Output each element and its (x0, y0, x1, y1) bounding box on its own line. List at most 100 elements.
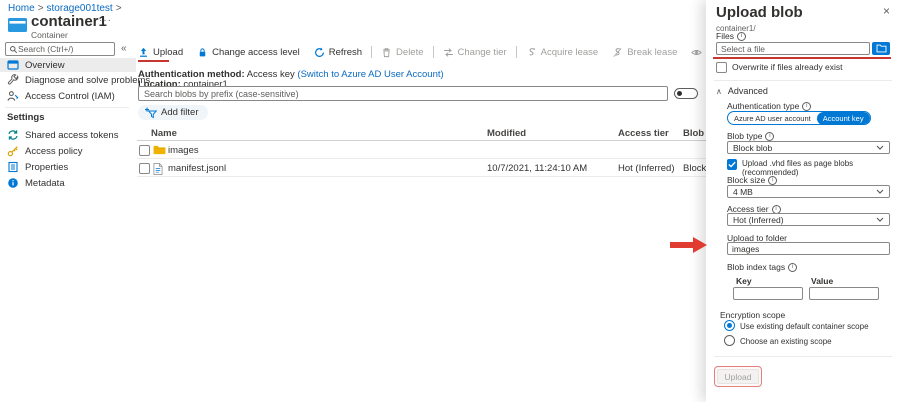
arrow-shaft (670, 242, 693, 248)
cell-access-tier: Hot (Inferred) (618, 163, 675, 174)
person-key-icon (7, 90, 19, 102)
red-arrow-annotation (670, 237, 708, 253)
row-checkbox[interactable] (139, 145, 150, 156)
panel-footer-divider (714, 356, 892, 357)
chevron-down-icon (876, 217, 884, 222)
more-options-button[interactable]: ··· (99, 15, 112, 26)
chevron-up-icon: ∧ (716, 87, 722, 96)
label-text: Block size (727, 175, 765, 185)
chevron-down-icon (876, 189, 884, 194)
sidebar-item-overview[interactable]: Overview (0, 58, 136, 72)
sidebar-item-shared-access-tokens[interactable]: Shared access tokens (0, 128, 136, 142)
refresh-button[interactable]: Refresh (307, 47, 369, 58)
upload-annotation-underline (138, 60, 169, 62)
show-deleted-toggle[interactable] (674, 88, 698, 99)
change-access-level-button[interactable]: Change access level (190, 47, 307, 58)
overwrite-label: Overwrite if files already exist (732, 62, 843, 72)
sidebar-item-access-policy[interactable]: Access policy (0, 144, 136, 158)
auth-method-value: Access key (247, 69, 295, 80)
file-select-input[interactable] (716, 42, 870, 55)
advanced-section-toggle[interactable]: ∧ Advanced (716, 86, 768, 96)
toolbar-label: Refresh (329, 47, 362, 58)
auth-option-azure-ad[interactable]: Azure AD user account (728, 112, 817, 125)
sidebar-section-settings: Settings (7, 112, 44, 123)
checkbox-checked (727, 159, 737, 170)
blob-type-label: Blob type i (727, 131, 774, 141)
folder-browse-icon (876, 44, 887, 53)
blob-type-select[interactable]: Block blob (727, 141, 890, 154)
auth-option-account-key[interactable]: Account key (817, 112, 870, 125)
select-value: Block blob (733, 143, 772, 153)
delete-button[interactable]: Delete (374, 47, 430, 58)
label-text: Files (716, 31, 734, 41)
upload-button[interactable]: Upload (137, 47, 190, 58)
toolbar-label: Change tier (458, 47, 507, 58)
sidebar-collapse-button[interactable]: « (121, 43, 127, 54)
acquire-lease-button[interactable]: Acquire lease (519, 47, 606, 58)
panel-title: Upload blob (716, 4, 803, 21)
column-header-access-tier[interactable]: Access tier (618, 128, 669, 139)
add-filter-button[interactable]: Add filter (138, 105, 208, 120)
blob-name-link[interactable]: manifest.jsonl (168, 163, 226, 174)
sidebar-item-properties[interactable]: Properties (0, 160, 136, 174)
panel-divider (714, 80, 892, 81)
close-icon[interactable]: × (883, 4, 890, 18)
column-header-modified[interactable]: Modified (487, 128, 526, 139)
info-icon (7, 177, 19, 189)
select-value: 4 MB (733, 187, 753, 197)
sidebar-item-label: Access policy (25, 146, 83, 157)
info-icon: i (768, 176, 777, 185)
shared-tokens-icon (7, 129, 19, 141)
upload-folder-input[interactable] (727, 242, 890, 255)
toolbar-label: Upload (153, 47, 183, 58)
access-tier-select[interactable]: Hot (Inferred) (727, 213, 890, 226)
switch-auth-link[interactable]: (Switch to Azure AD User Account) (297, 69, 443, 80)
change-tier-button[interactable]: Change tier (436, 47, 514, 58)
add-filter-label: Add filter (161, 107, 199, 118)
lock-icon (197, 47, 208, 58)
block-size-label: Block size i (727, 175, 777, 185)
blob-name-link[interactable]: images (168, 145, 199, 156)
sidebar-item-diagnose[interactable]: Diagnose and solve problems (0, 73, 136, 87)
sidebar-item-metadata[interactable]: Metadata (0, 176, 136, 190)
panel-upload-button[interactable]: Upload (717, 369, 759, 384)
acquire-lease-icon (526, 47, 537, 58)
label-text: Authentication type (727, 101, 799, 111)
sidebar-item-access-control[interactable]: Access Control (IAM) (0, 89, 136, 103)
break-lease-button[interactable]: Break lease (605, 47, 684, 58)
block-size-select[interactable]: 4 MB (727, 185, 890, 198)
toolbar-label: Break lease (627, 47, 677, 58)
info-icon: i (802, 102, 811, 111)
sidebar-item-label: Shared access tokens (25, 130, 118, 141)
auth-type-pill-toggle: Azure AD user account Account key (727, 111, 871, 125)
tag-value-input[interactable] (809, 287, 879, 300)
page-subtitle: Container (31, 30, 68, 40)
upload-icon (138, 47, 149, 58)
blob-index-tags-label: Blob index tags i (727, 262, 797, 272)
breadcrumb-separator: > (116, 3, 122, 14)
encryption-default-radio[interactable]: Use existing default container scope (724, 320, 869, 331)
overview-icon (7, 59, 19, 71)
toolbar-divider (516, 46, 517, 58)
label-text: Blob type (727, 131, 762, 141)
tags-key-header: Key (736, 276, 752, 286)
encryption-existing-radio[interactable]: Choose an existing scope (724, 335, 832, 346)
select-value: Hot (Inferred) (733, 215, 784, 225)
browse-files-button[interactable] (872, 42, 890, 55)
radio-selected (724, 320, 735, 331)
radio-label: Use existing default container scope (740, 320, 869, 331)
blob-search-input[interactable] (138, 86, 668, 101)
sidebar-search-input[interactable] (18, 44, 108, 54)
row-checkbox[interactable] (139, 163, 150, 174)
wrench-icon (7, 74, 19, 86)
column-header-name[interactable]: Name (151, 128, 177, 139)
overwrite-checkbox[interactable]: Overwrite if files already exist (716, 62, 843, 73)
auth-type-label: Authentication type i (727, 101, 811, 111)
info-icon: i (765, 132, 774, 141)
upload-button-annotation-box: Upload (714, 366, 762, 387)
tag-key-input[interactable] (733, 287, 803, 300)
files-annotation-underline (713, 57, 891, 59)
folder-icon (153, 145, 166, 155)
info-icon: i (788, 263, 797, 272)
chevron-down-icon (876, 145, 884, 150)
